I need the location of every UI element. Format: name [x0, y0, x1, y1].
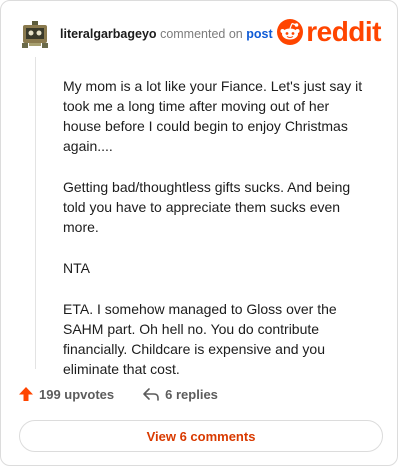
upvote-arrow-icon — [19, 387, 33, 401]
comment-body: My mom is a lot like your Fiance. Let's … — [63, 76, 363, 400]
comment-actions: 199 upvotes 6 replies — [18, 386, 218, 402]
comment-paragraph: Getting bad/thoughtless gifts sucks. And… — [63, 179, 351, 235]
user-avatar[interactable] — [20, 19, 50, 49]
view-comments-button[interactable]: View 6 comments — [19, 420, 383, 452]
upvote-button[interactable]: 199 upvotes — [18, 386, 114, 402]
reddit-snoo-icon — [277, 19, 304, 45]
comment-paragraph: NTA — [63, 260, 90, 276]
username-link[interactable]: literalgarbageyo — [60, 27, 157, 41]
commented-on-text: commented on — [160, 27, 243, 41]
thread-line[interactable] — [35, 57, 36, 369]
comment-paragraph: ETA. I somehow managed to Gloss over the… — [63, 301, 337, 377]
post-link[interactable]: post — [246, 27, 272, 41]
replies-count: 6 replies — [165, 386, 218, 402]
comment-card: literalgarbageyo commented on post reddi… — [0, 0, 398, 466]
avatar-robot-icon — [20, 19, 50, 49]
comment-meta: literalgarbageyo commented on post — [60, 27, 273, 41]
reply-arrow-icon — [143, 388, 159, 401]
upvote-count: 199 upvotes — [39, 386, 115, 402]
reddit-wordmark: reddit — [306, 16, 381, 47]
reddit-logo[interactable]: reddit — [277, 18, 381, 46]
comment-header: literalgarbageyo commented on post — [20, 18, 273, 50]
comment-paragraph: My mom is a lot like your Fiance. Let's … — [63, 78, 363, 154]
replies-button[interactable]: 6 replies — [142, 387, 218, 402]
